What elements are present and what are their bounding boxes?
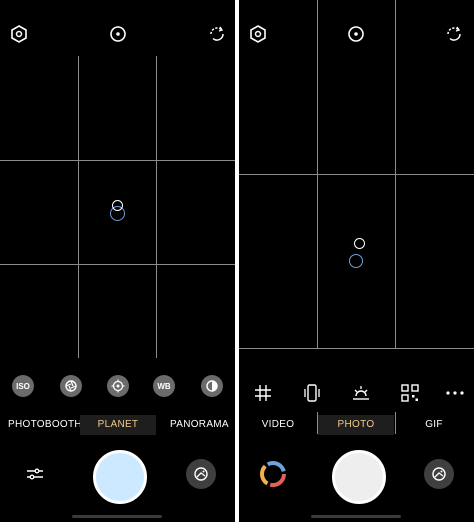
filter-ring-icon[interactable] — [258, 459, 288, 489]
focus-ring-white — [112, 200, 123, 211]
sliders-icon[interactable] — [24, 463, 46, 485]
home-indicator — [311, 515, 401, 518]
focus-ring-blue — [349, 254, 363, 268]
grid-line — [0, 160, 235, 161]
mode-video[interactable]: VIDEO — [257, 415, 299, 435]
more-icon[interactable] — [444, 382, 466, 404]
gallery-icon — [432, 467, 446, 481]
grid-line — [239, 174, 474, 175]
mode-panorama[interactable]: PANORAMA — [170, 415, 229, 435]
target-icon[interactable] — [108, 24, 128, 44]
gallery-button[interactable] — [424, 459, 454, 489]
mode-photobooth[interactable]: PHOTOBOOTH — [8, 415, 82, 435]
settings-hexagon-icon[interactable] — [248, 24, 268, 44]
shutter-button[interactable] — [93, 450, 147, 504]
exposure-icon[interactable] — [201, 375, 223, 397]
grid-icon[interactable] — [252, 382, 274, 404]
left-camera-screen: ISO WB PHOTOBOOTH PLANET PANORAMA — [0, 0, 235, 522]
gallery-button[interactable] — [186, 459, 216, 489]
grid-line — [0, 264, 235, 265]
mode-gif[interactable]: GIF — [419, 415, 449, 435]
vibrate-icon[interactable] — [301, 382, 323, 404]
home-indicator — [72, 515, 162, 518]
white-balance-icon[interactable]: WB — [153, 375, 175, 397]
rotate-camera-icon[interactable] — [207, 24, 227, 44]
iso-icon[interactable]: ISO — [12, 375, 34, 397]
right-camera-screen: VIDEO PHOTO GIF — [239, 0, 474, 522]
rotate-camera-icon[interactable] — [444, 24, 464, 44]
qr-code-icon[interactable] — [399, 382, 421, 404]
gallery-icon — [194, 467, 208, 481]
settings-hexagon-icon[interactable] — [9, 24, 29, 44]
aperture-icon[interactable] — [60, 375, 82, 397]
grid-line — [239, 348, 474, 349]
focus-ring-white — [354, 238, 365, 249]
grid-line — [78, 56, 79, 358]
grid-line — [395, 412, 396, 434]
shutter-button[interactable] — [332, 450, 386, 504]
target-icon[interactable] — [346, 24, 366, 44]
mode-photo[interactable]: PHOTO — [318, 415, 394, 435]
focus-target-icon[interactable] — [107, 375, 129, 397]
sunrise-icon[interactable] — [350, 382, 372, 404]
mode-planet[interactable]: PLANET — [80, 415, 156, 435]
grid-line — [156, 56, 157, 358]
